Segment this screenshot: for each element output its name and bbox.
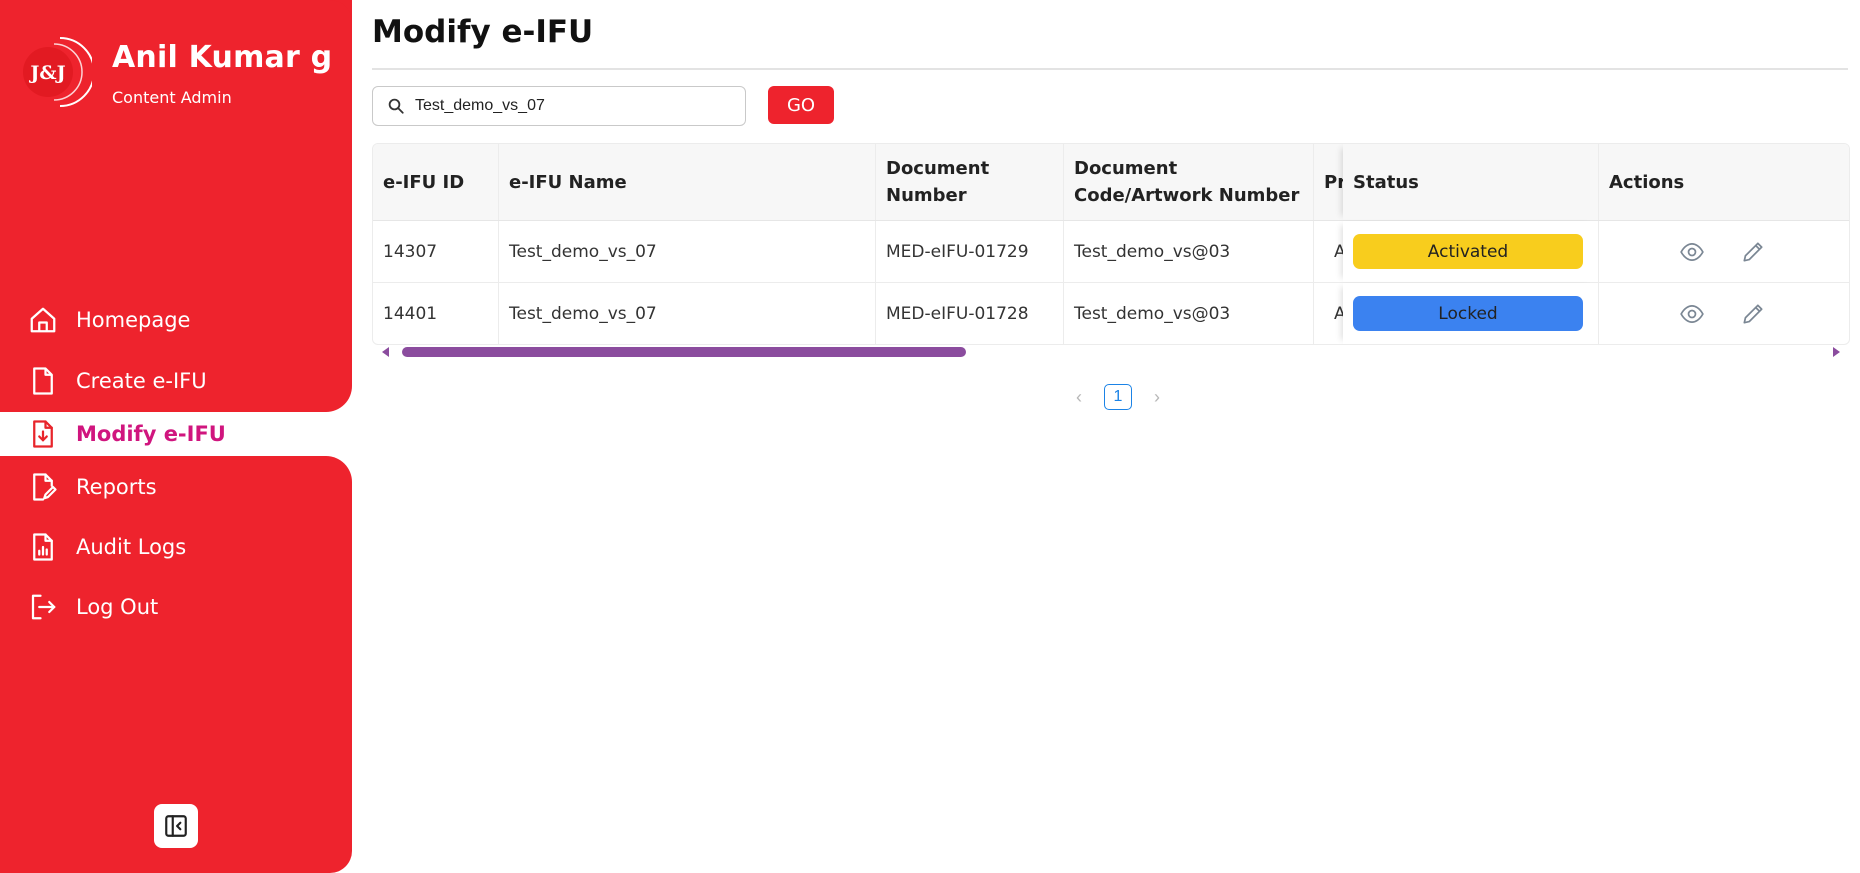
document-download-icon bbox=[33, 420, 53, 448]
table-horizontal-scrollbar[interactable] bbox=[372, 345, 1848, 359]
sidebar-collapse-icon bbox=[165, 815, 187, 837]
title-divider bbox=[372, 68, 1848, 70]
cell-eifu-name: Test_demo_vs_07 bbox=[499, 283, 876, 344]
sidebar-item-log-out[interactable]: Log Out bbox=[28, 587, 158, 627]
page-number-current[interactable]: 1 bbox=[1104, 384, 1132, 410]
column-header-actions: Actions bbox=[1599, 144, 1849, 220]
document-icon bbox=[33, 367, 53, 395]
sidebar-item-label: Audit Logs bbox=[76, 535, 187, 559]
cell-eifu-id: 14307 bbox=[373, 221, 499, 282]
sidebar-item-audit-logs[interactable]: Audit Logs bbox=[28, 527, 186, 567]
sidebar-item-label: Reports bbox=[76, 475, 157, 499]
previous-page-icon[interactable]: ‹ bbox=[1068, 387, 1090, 408]
eifu-table: e-IFU ID e-IFU Name Document Number Docu… bbox=[372, 143, 1850, 345]
cell-document-number: MED-eIFU-01729 bbox=[876, 221, 1064, 282]
column-header-partial[interactable]: Pr bbox=[1314, 144, 1346, 220]
pagination: ‹ 1 › bbox=[1068, 383, 1168, 411]
edit-icon[interactable] bbox=[1740, 301, 1766, 327]
cell-status: Activated bbox=[1343, 221, 1599, 282]
column-header-eifu-id[interactable]: e-IFU ID bbox=[373, 144, 499, 220]
search-icon bbox=[388, 98, 404, 114]
cell-eifu-id: 14401 bbox=[373, 283, 499, 344]
document-chart-icon bbox=[33, 533, 53, 561]
view-icon[interactable] bbox=[1679, 239, 1705, 265]
company-logo: J&J bbox=[20, 32, 95, 107]
column-header-document-number[interactable]: Document Number bbox=[876, 144, 1064, 220]
document-edit-icon bbox=[33, 473, 57, 501]
column-header-document-code[interactable]: Document Code/Artwork Number bbox=[1064, 144, 1314, 220]
cell-actions bbox=[1599, 221, 1849, 282]
view-icon[interactable] bbox=[1679, 301, 1705, 327]
cell-document-code: Test_demo_vs@03 bbox=[1064, 221, 1314, 282]
status-badge: Activated bbox=[1353, 234, 1583, 269]
column-header-status[interactable]: Status bbox=[1343, 144, 1599, 220]
cell-status: Locked bbox=[1343, 283, 1599, 344]
sidebar-item-label: Create e-IFU bbox=[76, 369, 207, 393]
table-row[interactable]: 14307 Test_demo_vs_07 MED-eIFU-01729 Tes… bbox=[373, 221, 1849, 283]
sidebar-item-create-eifu[interactable]: Create e-IFU bbox=[28, 361, 207, 401]
cell-partial: A bbox=[1334, 241, 1346, 262]
edit-icon[interactable] bbox=[1740, 239, 1766, 265]
search-field[interactable] bbox=[372, 86, 746, 126]
sidebar-item-label: Homepage bbox=[76, 308, 191, 332]
status-badge: Locked bbox=[1353, 296, 1583, 331]
scroll-left-arrow-icon[interactable] bbox=[380, 346, 392, 358]
scroll-right-arrow-icon[interactable] bbox=[1830, 346, 1842, 358]
sidebar-item-reports[interactable]: Reports bbox=[28, 467, 157, 507]
next-page-icon[interactable]: › bbox=[1146, 387, 1168, 408]
sidebar-item-homepage[interactable]: Homepage bbox=[28, 300, 190, 340]
cell-document-code: Test_demo_vs@03 bbox=[1064, 283, 1314, 344]
sidebar-item-modify-eifu[interactable]: Modify e-IFU bbox=[28, 414, 226, 454]
table-header: e-IFU ID e-IFU Name Document Number Docu… bbox=[373, 144, 1849, 221]
cell-eifu-name: Test_demo_vs_07 bbox=[499, 221, 876, 282]
sidebar-item-label: Log Out bbox=[76, 595, 159, 619]
search-input[interactable] bbox=[413, 96, 717, 116]
logout-icon bbox=[31, 594, 56, 620]
go-button[interactable]: GO bbox=[768, 86, 834, 124]
cell-document-number: MED-eIFU-01728 bbox=[876, 283, 1064, 344]
column-header-eifu-name[interactable]: e-IFU Name bbox=[499, 144, 876, 220]
sidebar-collapse-button[interactable] bbox=[154, 804, 198, 848]
user-name: Anil Kumar g bbox=[112, 40, 333, 75]
page-title: Modify e-IFU bbox=[372, 14, 594, 50]
cell-partial: A bbox=[1334, 303, 1346, 324]
logo-text: J&J bbox=[28, 62, 65, 84]
scrollbar-thumb[interactable] bbox=[402, 347, 966, 357]
table-row[interactable]: 14401 Test_demo_vs_07 MED-eIFU-01728 Tes… bbox=[373, 283, 1849, 344]
sidebar-item-label: Modify e-IFU bbox=[76, 422, 226, 446]
home-icon bbox=[30, 307, 56, 333]
cell-actions bbox=[1599, 283, 1849, 344]
user-role: Content Admin bbox=[112, 88, 232, 107]
